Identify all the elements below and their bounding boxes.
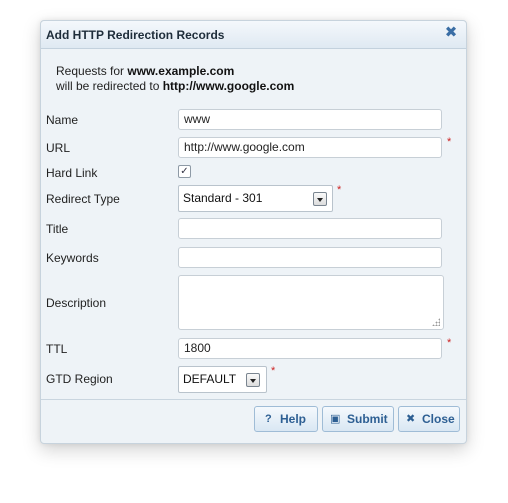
ttl-required-mark: * [447, 337, 452, 349]
ttl-input[interactable]: 1800 [178, 338, 442, 359]
redirect-type-value: Standard - 301 [183, 191, 263, 205]
chevron-down-icon[interactable] [246, 373, 260, 387]
info-domain: www.example.com [127, 64, 235, 78]
url-input[interactable]: http://www.google.com [178, 137, 442, 158]
redirect-required-mark: * [337, 184, 342, 196]
url-label: URL [46, 141, 71, 155]
close-button-label: Close [422, 412, 455, 426]
dialog-titlebar: Add HTTP Redirection Records ✖ [41, 21, 466, 49]
save-icon: ▣ [330, 413, 341, 425]
resize-grip-icon[interactable] [432, 318, 440, 326]
redirect-type-label: Redirect Type [46, 192, 120, 206]
title-input[interactable] [178, 218, 442, 239]
description-textarea[interactable] [178, 275, 444, 330]
submit-button-label: Submit [347, 412, 388, 426]
info-prefix-2: will be redirected to [56, 79, 163, 93]
title-label: Title [46, 222, 69, 236]
help-icon: ? [265, 413, 272, 425]
url-required-mark: * [447, 136, 452, 148]
info-target-url: http://www.google.com [162, 79, 295, 93]
keywords-label: Keywords [46, 251, 99, 265]
close-icon: ✖ [406, 413, 416, 425]
name-input[interactable]: www [178, 109, 442, 130]
footer-divider [41, 399, 466, 400]
redirect-type-select[interactable]: Standard - 301 [178, 185, 333, 212]
name-label: Name [46, 113, 79, 127]
info-prefix-1: Requests for [56, 64, 128, 78]
gtd-region-label: GTD Region [46, 372, 113, 386]
chevron-down-icon[interactable] [313, 192, 327, 206]
gtd-region-select[interactable]: DEFAULT [178, 366, 267, 393]
submit-button[interactable]: ▣ Submit [322, 406, 394, 432]
description-label: Description [46, 296, 107, 310]
help-button[interactable]: ? Help [254, 406, 318, 432]
ttl-label: TTL [46, 342, 68, 356]
add-redirection-dialog: Add HTTP Redirection Records ✖ Requests … [40, 20, 467, 444]
gtd-region-value: DEFAULT [183, 372, 237, 386]
help-button-label: Help [280, 412, 307, 426]
dialog-title: Add HTTP Redirection Records [46, 28, 225, 42]
close-button[interactable]: ✖ Close [398, 406, 460, 432]
keywords-input[interactable] [178, 247, 442, 268]
hardlink-checkbox[interactable]: ✓ [178, 165, 191, 178]
redirect-info: Requests for www.example.com will be red… [56, 64, 294, 94]
gtd-required-mark: * [271, 365, 276, 377]
close-icon[interactable]: ✖ [444, 25, 458, 40]
hardlink-label: Hard Link [46, 166, 98, 180]
